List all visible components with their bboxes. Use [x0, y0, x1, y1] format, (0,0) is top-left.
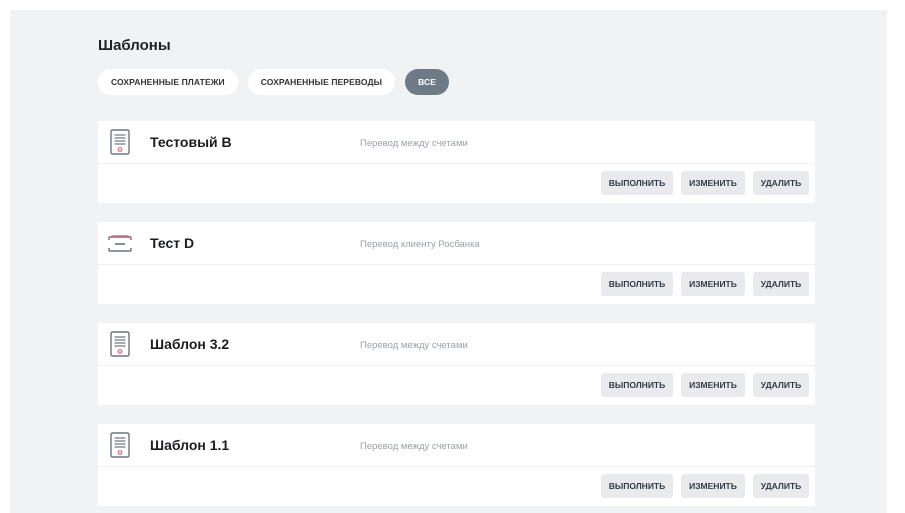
delete-button[interactable]: УДАЛИТЬ [753, 272, 809, 296]
template-name: Шаблон 3.2 [150, 336, 230, 352]
template-actions: ВЫПОЛНИТЬ ИЗМЕНИТЬ УДАЛИТЬ [601, 272, 809, 296]
filter-saved-payments[interactable]: СОХРАНЕННЫЕ ПЛАТЕЖИ [98, 69, 238, 95]
template-description: Перевод клиенту Росбанка [360, 239, 480, 250]
filter-saved-transfers[interactable]: СОХРАНЕННЫЕ ПЕРЕВОДЫ [247, 69, 396, 95]
template-name: Тест D [150, 235, 195, 251]
edit-button[interactable]: ИЗМЕНИТЬ [681, 171, 745, 195]
template-description: Перевод между счетами [360, 441, 468, 452]
template-card-header[interactable]: Шаблон 3.2 Перевод между счетами [98, 323, 815, 366]
template-name: Шаблон 1.1 [150, 437, 230, 453]
filter-chips: СОХРАНЕННЫЕ ПЛАТЕЖИ СОХРАНЕННЫЕ ПЕРЕВОДЫ… [98, 69, 450, 95]
edit-button[interactable]: ИЗМЕНИТЬ [681, 272, 745, 296]
execute-button[interactable]: ВЫПОЛНИТЬ [601, 171, 673, 195]
execute-button[interactable]: ВЫПОЛНИТЬ [601, 373, 673, 397]
template-actions: ВЫПОЛНИТЬ ИЗМЕНИТЬ УДАЛИТЬ [601, 474, 809, 498]
delete-button[interactable]: УДАЛИТЬ [753, 474, 809, 498]
document-icon [110, 129, 130, 155]
template-card-header[interactable]: Тест D Перевод клиенту Росбанка [98, 222, 815, 265]
edit-button[interactable]: ИЗМЕНИТЬ [681, 373, 745, 397]
filter-all[interactable]: ВСЕ [405, 69, 450, 95]
execute-button[interactable]: ВЫПОЛНИТЬ [601, 474, 673, 498]
envelope-icon [108, 235, 132, 252]
template-card: Тест D Перевод клиенту Росбанка ВЫПОЛНИТ… [98, 222, 815, 304]
template-description: Перевод между счетами [360, 138, 468, 149]
template-card-header[interactable]: Тестовый В Перевод между счетами [98, 121, 815, 164]
template-name: Тестовый В [150, 134, 232, 150]
template-card: Шаблон 1.1 Перевод между счетами ВЫПОЛНИ… [98, 424, 815, 506]
template-actions: ВЫПОЛНИТЬ ИЗМЕНИТЬ УДАЛИТЬ [601, 373, 809, 397]
delete-button[interactable]: УДАЛИТЬ [753, 373, 809, 397]
edit-button[interactable]: ИЗМЕНИТЬ [681, 474, 745, 498]
template-actions: ВЫПОЛНИТЬ ИЗМЕНИТЬ УДАЛИТЬ [601, 171, 809, 195]
document-icon [110, 432, 130, 458]
document-icon [110, 331, 130, 357]
template-description: Перевод между счетами [360, 340, 468, 351]
template-card: Тестовый В Перевод между счетами ВЫПОЛНИ… [98, 121, 815, 203]
execute-button[interactable]: ВЫПОЛНИТЬ [601, 272, 673, 296]
delete-button[interactable]: УДАЛИТЬ [753, 171, 809, 195]
template-card: Шаблон 3.2 Перевод между счетами ВЫПОЛНИ… [98, 323, 815, 405]
page-title: Шаблоны [98, 37, 171, 54]
template-card-header[interactable]: Шаблон 1.1 Перевод между счетами [98, 424, 815, 467]
